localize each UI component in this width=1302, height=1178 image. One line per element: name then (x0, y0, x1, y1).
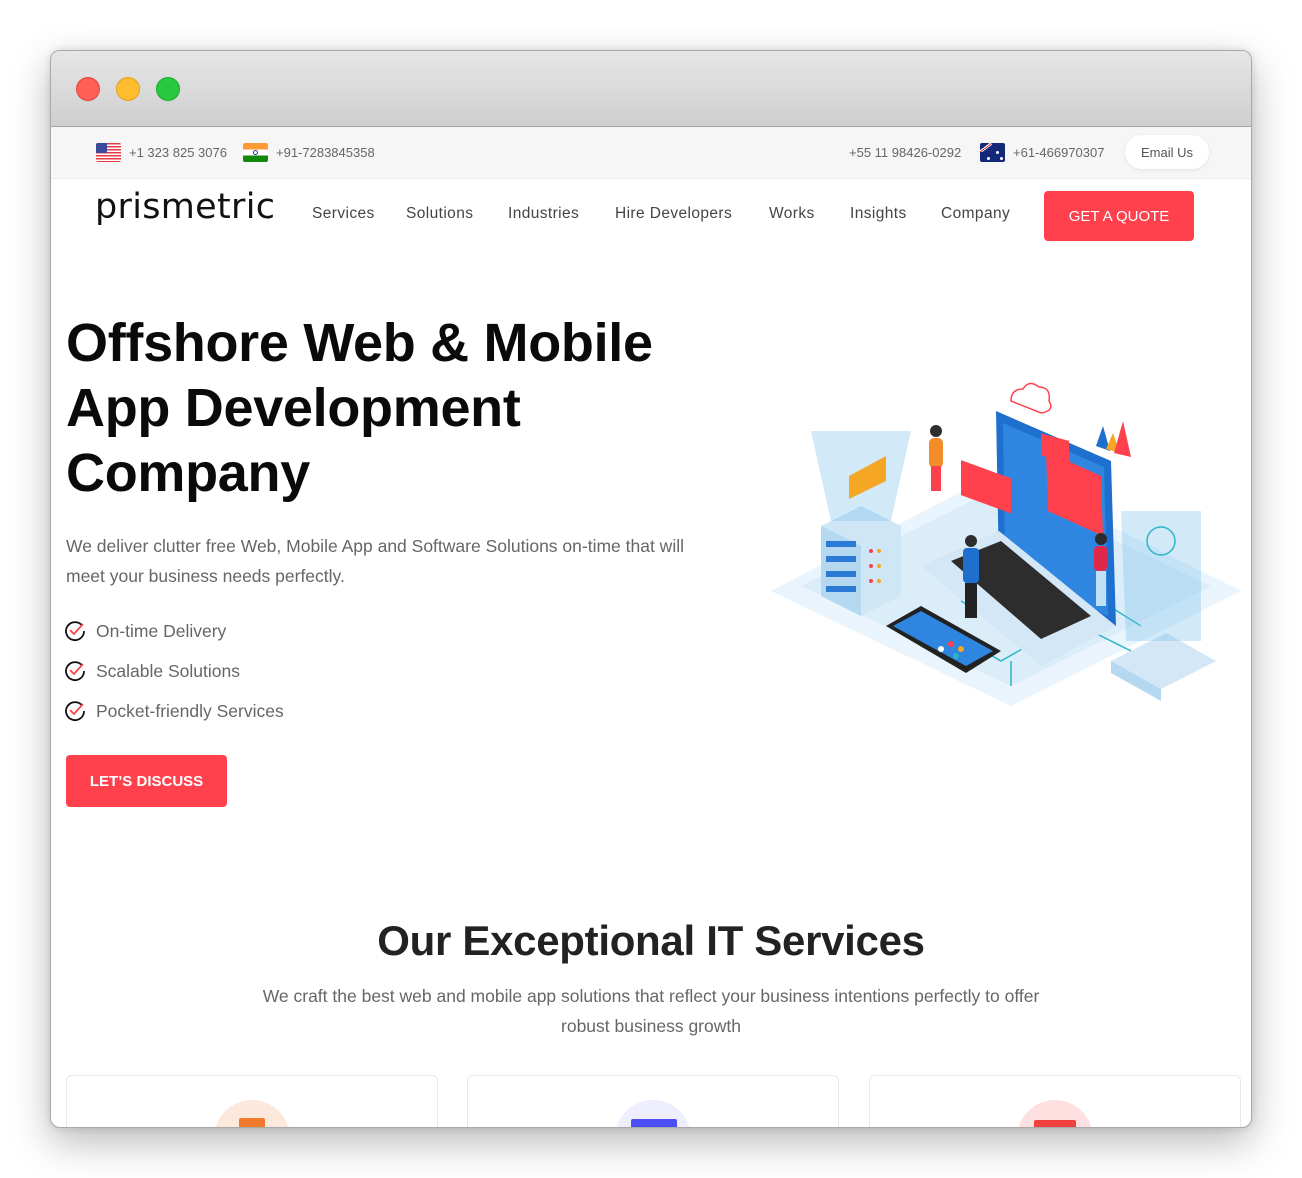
hero-title-line: App Development (66, 376, 706, 441)
contact-us[interactable]: +1 323 825 3076 (96, 127, 227, 178)
feature-label: On-time Delivery (96, 621, 226, 642)
phone-us[interactable]: +1 323 825 3076 (129, 145, 227, 160)
phone-australia[interactable]: +61-466970307 (1013, 145, 1104, 160)
phone-brazil[interactable]: +55 11 98426-0292 (849, 145, 961, 160)
lets-discuss-button[interactable]: LET’S DISCUSS (66, 755, 227, 807)
router-icon (1111, 511, 1216, 701)
nav-hire-developers[interactable]: Hire Developers (615, 205, 732, 223)
service-card[interactable] (467, 1075, 839, 1128)
nav-insights[interactable]: Insights (850, 205, 907, 223)
hero-description: We deliver clutter free Web, Mobile App … (66, 531, 706, 591)
us-flag-icon (96, 143, 121, 162)
feature-label: Pocket-friendly Services (96, 701, 284, 722)
contact-brazil[interactable]: +55 11 98426-0292 (849, 127, 961, 178)
hero-title: Offshore Web & Mobile App Development Co… (66, 311, 706, 506)
nav-services[interactable]: Services (312, 205, 375, 223)
browser-window: +1 323 825 3076 +91-7283845358 +55 11 98… (50, 50, 1252, 1128)
contact-india[interactable]: +91-7283845358 (243, 127, 375, 178)
software-icon (1034, 1120, 1076, 1128)
feature-item: On-time Delivery (64, 611, 284, 651)
contact-australia[interactable]: +61-466970307 (980, 127, 1104, 178)
check-circle-icon (64, 660, 86, 682)
get-a-quote-button[interactable]: GET A QUOTE (1044, 191, 1194, 241)
nav-solutions[interactable]: Solutions (406, 205, 473, 223)
prismetric-logo[interactable]: prismetric (95, 187, 275, 227)
main-navbar: prismetric Services Solutions Industries… (51, 179, 1251, 255)
minimize-window-button[interactable] (116, 77, 140, 101)
australia-flag-icon (980, 143, 1005, 162)
nav-industries[interactable]: Industries (508, 205, 579, 223)
india-flag-icon (243, 143, 268, 162)
check-circle-icon (64, 700, 86, 722)
feature-list: On-time Delivery Scalable Solutions Pock… (64, 611, 284, 731)
server-rack-icon (811, 431, 911, 616)
web-browser-icon (631, 1119, 677, 1128)
service-card[interactable] (66, 1075, 438, 1128)
contact-topbar: +1 323 825 3076 +91-7283845358 +55 11 98… (51, 127, 1251, 179)
close-window-button[interactable] (76, 77, 100, 101)
nav-company[interactable]: Company (941, 205, 1010, 223)
mobile-app-icon (239, 1118, 265, 1128)
hero-illustration (771, 361, 1241, 721)
email-us-button[interactable]: Email Us (1125, 135, 1209, 169)
window-titlebar (51, 51, 1251, 127)
bar-chart-icon (1096, 421, 1131, 457)
phone-india[interactable]: +91-7283845358 (276, 145, 375, 160)
services-title: Our Exceptional IT Services (51, 917, 1251, 965)
nav-works[interactable]: Works (769, 205, 815, 223)
maximize-window-button[interactable] (156, 77, 180, 101)
hero-title-line: Company (66, 441, 706, 506)
person-woman-icon (929, 425, 943, 491)
feature-item: Pocket-friendly Services (64, 691, 284, 731)
services-subtitle: We craft the best web and mobile app sol… (261, 981, 1041, 1041)
hero-title-line: Offshore Web & Mobile (66, 311, 706, 376)
cloud-icon (1011, 383, 1051, 413)
feature-item: Scalable Solutions (64, 651, 284, 691)
check-circle-icon (64, 620, 86, 642)
service-card[interactable] (869, 1075, 1241, 1128)
feature-label: Scalable Solutions (96, 661, 240, 682)
